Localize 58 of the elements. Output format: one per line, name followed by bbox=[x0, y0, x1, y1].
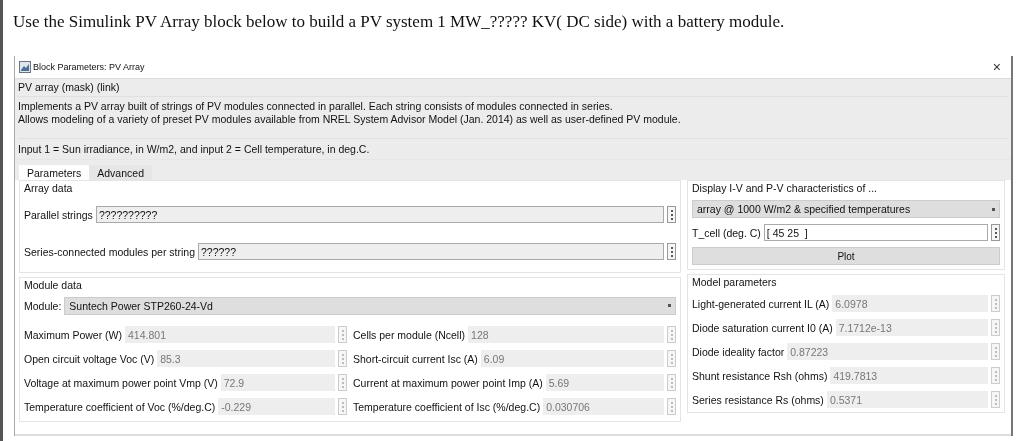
plot-dropdown[interactable]: array @ 1000 W/m2 & specified temperatures bbox=[692, 200, 1000, 218]
dots-icon bbox=[669, 400, 674, 413]
dropdown-icon bbox=[992, 207, 995, 211]
field-label: Temperature coefficient of Voc (%/deg.C) bbox=[24, 400, 216, 413]
mask-title: PV array (mask) (link) bbox=[18, 81, 1008, 97]
block-icon bbox=[19, 61, 31, 73]
group-title: Model parameters bbox=[692, 276, 778, 288]
field-label: Current at maximum power point Imp (A) bbox=[353, 376, 543, 389]
field-label: Diode ideality factor bbox=[692, 345, 785, 358]
input-field[interactable]: [ 45 25 ] bbox=[763, 224, 988, 241]
field-label: Diode saturation current I0 (A) bbox=[692, 321, 833, 334]
dots-icon bbox=[669, 328, 674, 341]
description-text: Implements a PV array built of strings of PV modules connected in parallel. Each string consists of modules connected in series. bbox=[18, 100, 614, 113]
dots-icon bbox=[669, 376, 674, 389]
window-title: Block Parameters: PV Array bbox=[33, 62, 146, 72]
group-title: Array data bbox=[24, 182, 74, 194]
field-label: Cells per module (Ncell) bbox=[353, 328, 466, 341]
options-button[interactable] bbox=[667, 243, 676, 260]
dots-icon bbox=[993, 369, 998, 382]
dropdown-icon bbox=[668, 304, 671, 307]
field-label: Shunt resistance Rsh (ohms) bbox=[692, 369, 828, 382]
field-label: Maximum Power (W) bbox=[24, 328, 122, 341]
group-title: Display I-V and P-V characteristics of ... bbox=[692, 182, 878, 194]
dots-icon bbox=[993, 297, 998, 310]
options-button[interactable] bbox=[667, 206, 676, 223]
field-label: Module: bbox=[24, 299, 62, 312]
dots-icon bbox=[340, 328, 345, 341]
dots-icon bbox=[993, 321, 998, 334]
field-label: Series resistance Rs (ohms) bbox=[692, 393, 824, 406]
field-label: Series-connected modules per string bbox=[24, 245, 195, 258]
tab[interactable]: Advanced bbox=[89, 165, 152, 180]
description-text: Allows modeling of a variety of preset PV modules available from NREL System Advisor Model (Jan. 2014) as well as user-defined PV module. bbox=[18, 113, 682, 126]
input-note: Input 1 = Sun irradiance, in W/m2, and input 2 = Cell temperature, in deg.C. bbox=[18, 138, 1008, 155]
dots-icon bbox=[993, 226, 998, 239]
plot-button[interactable]: Plot bbox=[692, 247, 1000, 265]
options-button[interactable] bbox=[991, 224, 1000, 241]
dots-icon bbox=[669, 352, 674, 365]
field-label: Short-circuit current Isc (A) bbox=[353, 352, 478, 365]
group-title: Module data bbox=[24, 279, 83, 291]
question-text: Use the Simulink PV Array block below to build a PV system 1 MW_????? KV( DC side) with a battery module. bbox=[12, 12, 786, 32]
close-button[interactable]: × bbox=[986, 59, 1007, 75]
input-field[interactable]: ?????????? bbox=[95, 206, 664, 223]
dots-icon bbox=[340, 352, 345, 365]
dots-icon bbox=[669, 245, 674, 258]
field-label: Parallel strings bbox=[24, 208, 93, 221]
field-label: Open circuit voltage Voc (V) bbox=[24, 352, 155, 365]
field-label: Voltage at maximum power point Vmp (V) bbox=[24, 376, 218, 389]
dots-icon bbox=[669, 208, 674, 221]
dots-icon bbox=[340, 400, 345, 413]
dots-icon bbox=[993, 393, 998, 406]
dots-icon bbox=[340, 376, 345, 389]
field-label: T_cell (deg. C) bbox=[692, 226, 761, 239]
tab[interactable]: Parameters bbox=[19, 165, 90, 180]
dots-icon bbox=[993, 345, 998, 358]
input-field[interactable]: ?????? bbox=[198, 243, 664, 260]
module-dropdown[interactable]: Suntech Power STP260-24-Vd bbox=[64, 296, 676, 315]
field-label: Temperature coefficient of Isc (%/deg.C) bbox=[353, 400, 541, 413]
field-label: Light-generated current IL (A) bbox=[692, 297, 830, 310]
